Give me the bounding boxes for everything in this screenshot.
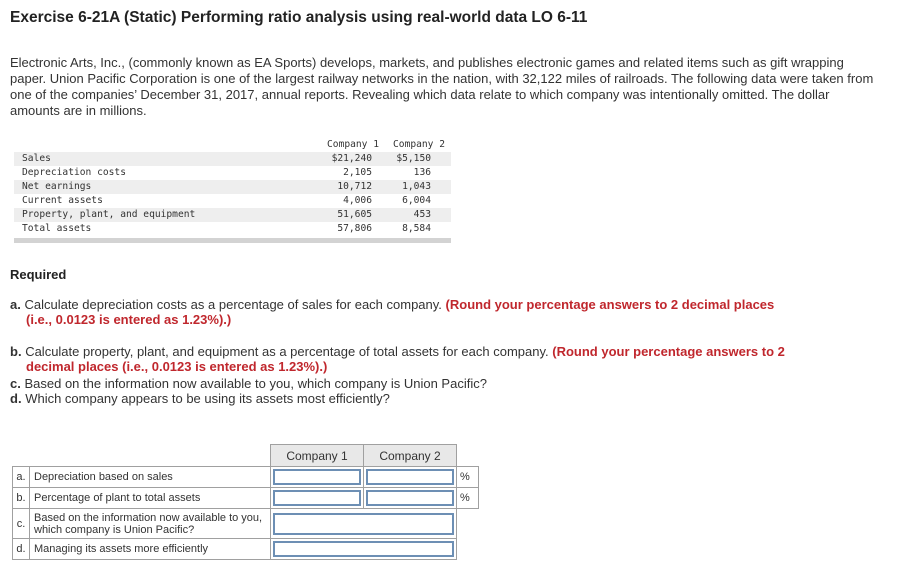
union-pacific-answer-input[interactable]	[273, 512, 454, 535]
requirement-a: a. Calculate depreciation costs as a per…	[10, 297, 890, 327]
requirement-c: c. Based on the information now availabl…	[10, 376, 890, 391]
row-label: Sales	[14, 152, 292, 166]
company-2-value: 6,004	[384, 194, 451, 208]
answer-header-company-1: Company 1	[270, 444, 364, 467]
requirement-text: Which company appears to be using its as…	[25, 391, 390, 406]
header-company-2: Company 2	[393, 139, 445, 150]
company-2-value: 1,043	[384, 180, 451, 194]
answer-row-a: a. Depreciation based on sales %	[12, 466, 479, 488]
company-1-value: $21,240	[292, 152, 384, 166]
requirement-letter: c.	[10, 376, 21, 391]
table-divider	[14, 238, 451, 243]
intro-paragraph: Electronic Arts, Inc., (commonly known a…	[10, 55, 874, 118]
company-2-value: $5,150	[384, 152, 451, 166]
requirement-text: Calculate property, plant, and equipment…	[25, 344, 549, 359]
company-1-value: 2,105	[292, 166, 384, 180]
rounding-note: (Round your percentage answers to 2	[552, 344, 785, 359]
row-label: Depreciation costs	[14, 166, 292, 180]
company-1-value: 4,006	[292, 194, 384, 208]
row-label: Total assets	[14, 222, 292, 236]
rounding-note: (Round your percentage answers to 2 deci…	[445, 297, 775, 312]
company-1-value: 51,605	[292, 208, 384, 222]
required-heading: Required	[10, 267, 67, 282]
depreciation-company-2-input[interactable]	[366, 469, 454, 485]
requirement-letter: d.	[10, 391, 22, 406]
plant-ratio-company-2-input[interactable]	[366, 490, 454, 506]
table-row: Current assets 4,006 6,004	[14, 194, 451, 208]
row-label: Net earnings	[14, 180, 292, 194]
percent-unit: %	[456, 466, 479, 488]
table-row: Sales $21,240 $5,150	[14, 152, 451, 166]
row-description: Depreciation based on sales	[29, 466, 271, 488]
company-1-value: 57,806	[292, 222, 384, 236]
table-row: Depreciation costs 2,105 136	[14, 166, 451, 180]
row-description: Managing its assets more efficiently	[29, 538, 271, 560]
answer-row-b: b. Percentage of plant to total assets %	[12, 487, 479, 509]
answer-table: Company 1 Company 2 a. Depreciation base…	[12, 444, 479, 560]
row-label: Current assets	[14, 194, 292, 208]
table-row: Net earnings 10,712 1,043	[14, 180, 451, 194]
answer-header-company-2: Company 2	[363, 444, 457, 467]
answer-row-d: d. Managing its assets more efficiently	[12, 538, 479, 560]
company-1-value: 10,712	[292, 180, 384, 194]
company-2-value: 8,584	[384, 222, 451, 236]
row-letter: b.	[12, 487, 30, 509]
financial-data: Company 1 Company 2 Sales $21,240 $5,150…	[14, 138, 451, 236]
requirement-letter: a.	[10, 297, 21, 312]
efficiency-answer-input[interactable]	[273, 541, 454, 557]
row-letter: a.	[12, 466, 30, 488]
percent-unit: %	[456, 487, 479, 509]
table-row: Property, plant, and equipment 51,605 45…	[14, 208, 451, 222]
rounding-note-cont: decimal places (i.e., 0.0123 is entered …	[26, 359, 328, 374]
plant-ratio-company-1-input[interactable]	[273, 490, 361, 506]
depreciation-company-1-input[interactable]	[273, 469, 361, 485]
company-2-value: 136	[384, 166, 451, 180]
requirement-text: Calculate depreciation costs as a percen…	[24, 297, 442, 312]
requirement-d: d. Which company appears to be using its…	[10, 391, 890, 406]
row-description: Percentage of plant to total assets	[29, 487, 271, 509]
requirement-b: b. Calculate property, plant, and equipm…	[10, 344, 890, 374]
row-letter: d.	[12, 538, 30, 560]
table-row: Total assets 57,806 8,584	[14, 222, 451, 236]
company-2-value: 453	[384, 208, 451, 222]
row-label: Property, plant, and equipment	[14, 208, 292, 222]
row-description: Based on the information now available t…	[29, 508, 271, 539]
row-letter: c.	[12, 508, 30, 539]
company-data-table: Company 1 Company 2 Sales $21,240 $5,150…	[14, 138, 451, 243]
exercise-title: Exercise 6-21A (Static) Performing ratio…	[10, 9, 588, 26]
requirement-letter: b.	[10, 344, 22, 359]
requirement-text: Based on the information now available t…	[24, 376, 487, 391]
rounding-note-cont: (i.e., 0.0123 is entered as 1.23%).)	[26, 312, 232, 327]
header-company-1: Company 1	[327, 139, 379, 150]
answer-row-c: c. Based on the information now availabl…	[12, 508, 479, 539]
